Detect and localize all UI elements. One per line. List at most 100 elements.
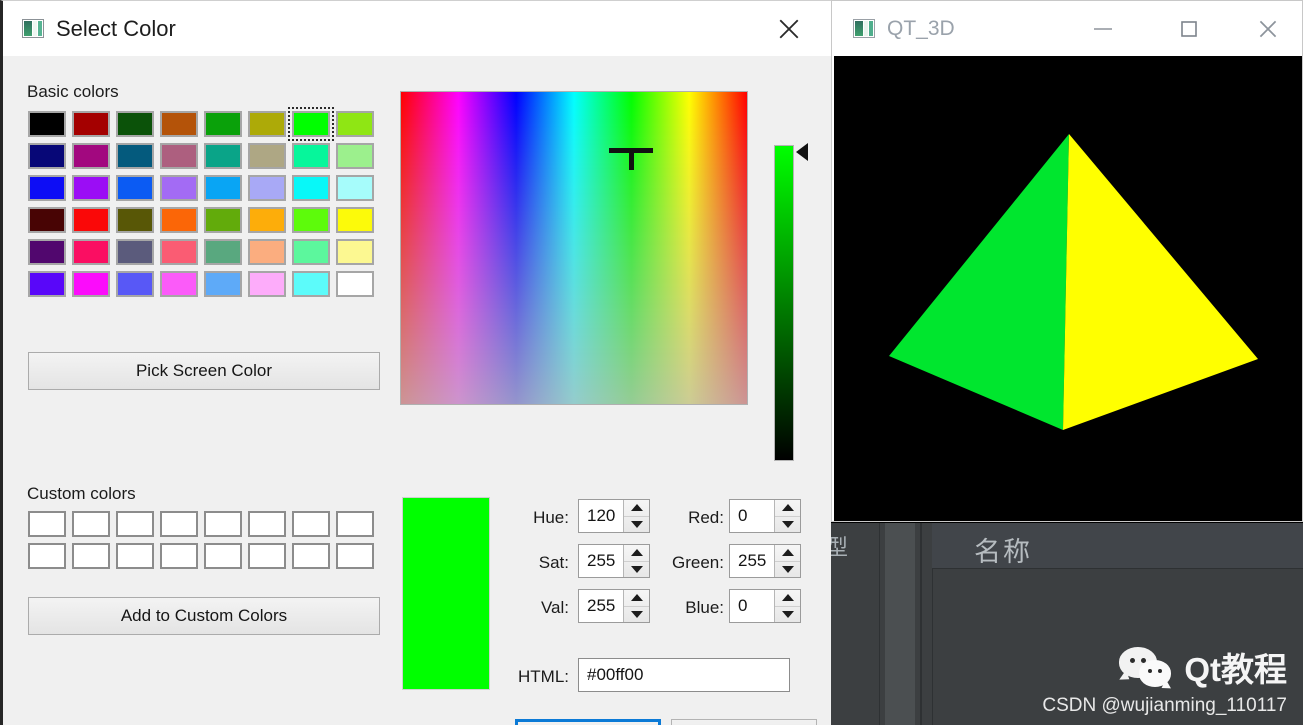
saturation-value-gradient[interactable] [400,91,748,405]
basic-color-swatch[interactable] [204,143,242,169]
green-value[interactable]: 255 [730,551,774,571]
basic-color-swatch[interactable] [160,143,198,169]
basic-color-swatch[interactable] [336,175,374,201]
custom-color-slot[interactable] [72,511,110,537]
basic-color-swatch[interactable] [28,111,66,137]
cancel-button[interactable]: Cancel [671,719,817,725]
basic-color-swatch[interactable] [248,175,286,201]
basic-color-swatch[interactable] [28,207,66,233]
close-icon[interactable] [1239,1,1296,56]
triangle-down-icon[interactable] [775,560,800,578]
close-icon[interactable] [761,1,817,56]
green-spinbox[interactable]: 255 [729,544,801,578]
basic-color-swatch[interactable] [336,239,374,265]
custom-colors-grid[interactable] [28,511,380,575]
blue-value[interactable]: 0 [730,596,774,616]
basic-color-swatch[interactable] [336,143,374,169]
triangle-up-icon[interactable] [775,590,800,606]
value-slider[interactable] [774,145,794,461]
blue-spinbox[interactable]: 0 [729,589,801,623]
basic-color-swatch[interactable] [292,175,330,201]
red-spinbox[interactable]: 0 [729,499,801,533]
basic-color-swatch[interactable] [292,207,330,233]
custom-color-slot[interactable] [248,511,286,537]
basic-color-swatch[interactable] [204,207,242,233]
basic-color-swatch[interactable] [204,175,242,201]
basic-color-swatch[interactable] [248,239,286,265]
basic-color-swatch[interactable] [116,143,154,169]
val-spinbox[interactable]: 255 [578,589,650,623]
triangle-up-icon[interactable] [624,545,649,561]
basic-color-swatch[interactable] [248,271,286,297]
triangle-down-icon[interactable] [624,515,649,533]
basic-color-swatch[interactable] [28,271,66,297]
triangle-up-icon[interactable] [624,590,649,606]
basic-color-swatch[interactable] [160,207,198,233]
basic-color-swatch[interactable] [72,175,110,201]
triangle-up-icon[interactable] [624,500,649,516]
custom-color-slot[interactable] [204,511,242,537]
custom-color-slot[interactable] [28,543,66,569]
basic-color-swatch[interactable] [288,107,334,141]
basic-color-swatch[interactable] [160,271,198,297]
custom-color-slot[interactable] [204,543,242,569]
basic-color-swatch[interactable] [116,111,154,137]
basic-color-swatch[interactable] [248,111,286,137]
blue-stepper[interactable] [774,590,800,622]
ok-button[interactable]: OK [515,719,661,725]
basic-color-swatch[interactable] [204,271,242,297]
sat-spinbox[interactable]: 255 [578,544,650,578]
basic-color-swatch[interactable] [116,271,154,297]
basic-color-swatch[interactable] [292,271,330,297]
basic-color-swatch[interactable] [248,207,286,233]
basic-color-swatch[interactable] [28,175,66,201]
basic-color-swatch[interactable] [336,111,374,137]
red-stepper[interactable] [774,500,800,532]
custom-color-slot[interactable] [292,543,330,569]
hue-stepper[interactable] [623,500,649,532]
triangle-down-icon[interactable] [775,515,800,533]
pick-screen-color-button[interactable]: Pick Screen Color [28,352,380,390]
red-value[interactable]: 0 [730,506,774,526]
basic-color-swatch[interactable] [116,207,154,233]
basic-color-swatch[interactable] [116,175,154,201]
basic-colors-grid[interactable] [28,107,380,303]
basic-color-swatch[interactable] [116,239,154,265]
basic-color-swatch[interactable] [160,111,198,137]
qt3d-title-bar[interactable]: QT_3D [832,1,1302,56]
basic-color-swatch[interactable] [248,143,286,169]
ide-scrollbar[interactable] [885,523,915,725]
triangle-up-icon[interactable] [775,545,800,561]
basic-color-swatch[interactable] [72,143,110,169]
maximize-icon[interactable] [1160,1,1217,56]
basic-color-swatch[interactable] [336,207,374,233]
custom-color-slot[interactable] [292,511,330,537]
crosshair-cursor-icon[interactable] [609,148,653,170]
val-value[interactable]: 255 [579,596,623,616]
triangle-up-icon[interactable] [775,500,800,516]
basic-color-swatch[interactable] [292,143,330,169]
left-triangle-arrow-icon[interactable] [796,143,808,161]
sat-stepper[interactable] [623,545,649,577]
basic-color-swatch[interactable] [28,239,66,265]
basic-color-swatch[interactable] [292,239,330,265]
qt3d-3d-viewport[interactable] [834,56,1302,521]
basic-color-swatch[interactable] [28,143,66,169]
custom-color-slot[interactable] [28,511,66,537]
custom-color-slot[interactable] [116,511,154,537]
select-color-dialog[interactable]: Select Color Basic colors Pick Screen Co… [0,0,831,725]
custom-color-slot[interactable] [72,543,110,569]
basic-color-swatch[interactable] [204,111,242,137]
custom-color-slot[interactable] [336,543,374,569]
basic-color-swatch[interactable] [160,239,198,265]
basic-color-swatch[interactable] [160,175,198,201]
basic-color-swatch[interactable] [72,111,110,137]
val-stepper[interactable] [623,590,649,622]
qt3d-window[interactable]: QT_3D [831,0,1303,522]
basic-color-swatch[interactable] [204,239,242,265]
basic-color-swatch[interactable] [72,239,110,265]
triangle-down-icon[interactable] [624,560,649,578]
custom-color-slot[interactable] [248,543,286,569]
html-color-input[interactable]: #00ff00 [578,658,790,692]
custom-color-slot[interactable] [116,543,154,569]
